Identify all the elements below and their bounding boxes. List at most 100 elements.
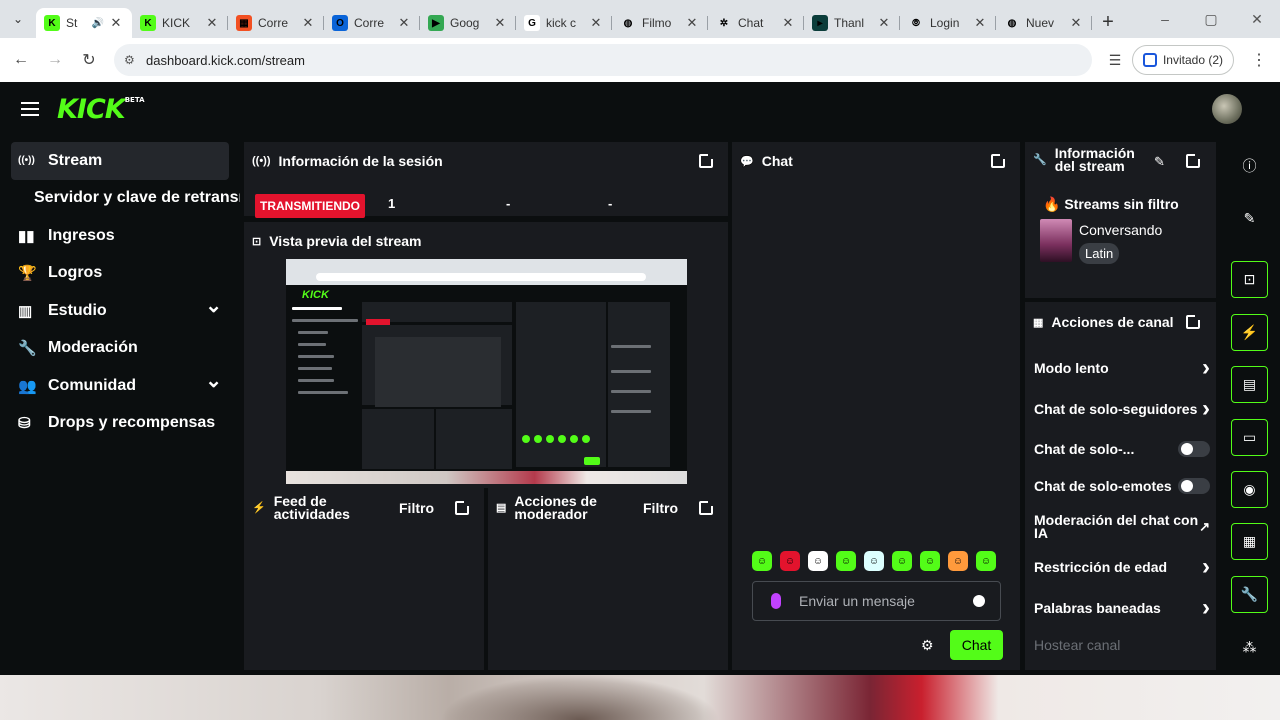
- close-tab-icon[interactable]: ✕: [684, 15, 700, 31]
- close-tab-icon[interactable]: ✕: [972, 15, 988, 31]
- toggle-switch[interactable]: [1178, 478, 1210, 494]
- popout-icon[interactable]: [1186, 153, 1201, 168]
- close-tab-icon[interactable]: ✕: [588, 15, 604, 31]
- emote-icon[interactable]: ☺: [752, 551, 772, 571]
- reload-icon[interactable]: ↻: [72, 50, 106, 70]
- popout-icon[interactable]: [455, 500, 470, 515]
- chevron-down-icon[interactable]: ⌄: [205, 368, 222, 393]
- channel-action-row[interactable]: Chat de solo-seguidores ›: [1034, 397, 1210, 421]
- channel-action-row[interactable]: Restricción de edad ›: [1034, 555, 1210, 579]
- chat-settings-icon[interactable]: ⚙: [921, 637, 934, 654]
- preview-toggle-icon[interactable]: ⊡: [1231, 261, 1268, 298]
- new-tab-button[interactable]: +: [1092, 11, 1124, 34]
- profile-button[interactable]: Invitado (2): [1131, 45, 1234, 75]
- sidebar-item-label: Estudio: [48, 301, 107, 319]
- browser-tab[interactable]: ▶ Goog ✕: [420, 8, 516, 38]
- chevron-down-icon[interactable]: ⌄: [205, 293, 222, 318]
- channel-action-row[interactable]: Modo lento ›: [1034, 356, 1210, 380]
- info-icon[interactable]: ⓘ: [1231, 147, 1268, 184]
- toggle-switch[interactable]: [1178, 441, 1210, 457]
- emote-icon[interactable]: ☺: [808, 551, 828, 571]
- chat-message-input[interactable]: Enviar un mensaje: [752, 581, 1001, 621]
- send-chat-button[interactable]: Chat: [950, 630, 1003, 660]
- audio-playing-icon[interactable]: 🔊: [92, 18, 104, 29]
- chat-bubble-icon[interactable]: ▭: [1231, 419, 1268, 456]
- forward-icon[interactable]: →: [38, 51, 72, 69]
- close-tab-icon[interactable]: ✕: [396, 15, 412, 31]
- bolt-icon[interactable]: ⚡: [1231, 314, 1268, 351]
- channel-action-row[interactable]: Chat de solo-...: [1034, 441, 1210, 457]
- browser-menu-icon[interactable]: ⋮: [1242, 50, 1276, 70]
- maximize-icon[interactable]: ▢: [1188, 11, 1234, 28]
- tab-search-chevron-icon[interactable]: ⌄: [0, 0, 36, 38]
- sidebar-item[interactable]: 👥 Comunidad ⌄: [0, 367, 240, 405]
- sidebar-item[interactable]: Servidor y clave de retransm: [0, 180, 240, 218]
- chevron-right-icon[interactable]: ›: [1202, 356, 1210, 380]
- activity-filter-button[interactable]: Filtro: [399, 500, 434, 516]
- channel-icon[interactable]: ▦: [1231, 523, 1268, 560]
- browser-tab[interactable]: ▸ Thanl ✕: [804, 8, 900, 38]
- sidebar-item[interactable]: 🏆 Logros: [0, 255, 240, 293]
- sidebar-item[interactable]: ▮▮ Ingresos: [0, 217, 240, 255]
- close-tab-icon[interactable]: ✕: [300, 15, 316, 31]
- browser-tab[interactable]: O Corre ✕: [324, 8, 420, 38]
- broadcast-icon[interactable]: ◉: [1231, 471, 1268, 508]
- channel-action-row[interactable]: Palabras baneadas ›: [1034, 596, 1210, 620]
- sidebar-item[interactable]: 🔧 Moderación: [0, 330, 240, 368]
- browser-tab[interactable]: Gkick c ✕: [516, 8, 612, 38]
- menu-icon[interactable]: [21, 102, 39, 116]
- sidebar-item[interactable]: ▥ Estudio ⌄: [0, 292, 240, 330]
- close-tab-icon[interactable]: ✕: [876, 15, 892, 31]
- emote-icon[interactable]: ☺: [864, 551, 884, 571]
- browser-tab[interactable]: K St 🔊 ✕: [36, 8, 132, 38]
- wrench-icon[interactable]: 🔧: [1231, 576, 1268, 613]
- user-avatar[interactable]: [1212, 94, 1242, 124]
- browser-tab[interactable]: ⦾ Login ✕: [900, 8, 996, 38]
- emote-icon[interactable]: ☺: [836, 551, 856, 571]
- sidebar-item[interactable]: ⛁ Drops y recompensas: [0, 405, 240, 443]
- popout-icon[interactable]: [699, 500, 714, 515]
- minimize-icon[interactable]: –: [1142, 11, 1188, 27]
- external-link-icon[interactable]: ↗: [1199, 519, 1210, 535]
- microphone-icon[interactable]: [771, 593, 781, 609]
- browser-tab[interactable]: ▦ Corre ✕: [228, 8, 324, 38]
- emoji-picker-icon[interactable]: [973, 595, 985, 607]
- more-widgets-icon[interactable]: ⁂: [1231, 629, 1268, 666]
- browser-tab[interactable]: ◍ Nuev ✕: [996, 8, 1092, 38]
- kick-favicon-icon: K: [140, 15, 156, 31]
- log-icon[interactable]: ▤: [1231, 366, 1268, 403]
- mod-actions-title-2: moderador: [514, 506, 588, 522]
- close-tab-icon[interactable]: ✕: [780, 15, 796, 31]
- channel-action-row[interactable]: Chat de solo-emotes: [1034, 478, 1210, 494]
- emote-icon[interactable]: ☺: [976, 551, 996, 571]
- stream-preview-video[interactable]: KICK: [286, 259, 687, 484]
- close-tab-icon[interactable]: ✕: [204, 15, 220, 31]
- close-tab-icon[interactable]: ✕: [492, 15, 508, 31]
- chevron-right-icon[interactable]: ›: [1202, 397, 1210, 421]
- popout-icon[interactable]: [991, 153, 1006, 168]
- close-tab-icon[interactable]: ✕: [1068, 15, 1084, 31]
- edit-icon[interactable]: ✎: [1154, 154, 1165, 170]
- close-window-icon[interactable]: ✕: [1234, 11, 1280, 28]
- edit-icon[interactable]: ✎: [1231, 200, 1268, 237]
- site-settings-icon[interactable]: ⚙: [124, 53, 146, 67]
- address-bar[interactable]: ⚙ dashboard.kick.com/stream: [114, 44, 1092, 76]
- browser-tab[interactable]: ◍ Filmo ✕: [612, 8, 708, 38]
- kick-logo[interactable]: KICKBETA: [57, 94, 145, 125]
- mod-filter-button[interactable]: Filtro: [643, 500, 678, 516]
- channel-action-row[interactable]: Moderación del chat con IA ↗: [1034, 514, 1210, 540]
- back-icon[interactable]: ←: [4, 51, 38, 69]
- chevron-right-icon[interactable]: ›: [1202, 555, 1210, 579]
- sidebar-item[interactable]: ((•)) Stream: [11, 142, 229, 180]
- browser-tab[interactable]: ✲ Chat ✕: [708, 8, 804, 38]
- emote-icon[interactable]: ☺: [948, 551, 968, 571]
- popout-icon[interactable]: [1186, 314, 1201, 329]
- emote-icon[interactable]: ☺: [780, 551, 800, 571]
- browser-tab[interactable]: K KICK ✕: [132, 8, 228, 38]
- emote-icon[interactable]: ☺: [920, 551, 940, 571]
- popout-icon[interactable]: [699, 153, 714, 168]
- media-controls-icon[interactable]: ☰: [1098, 52, 1132, 69]
- emote-icon[interactable]: ☺: [892, 551, 912, 571]
- chevron-right-icon[interactable]: ›: [1202, 596, 1210, 620]
- close-tab-icon[interactable]: ✕: [108, 15, 124, 31]
